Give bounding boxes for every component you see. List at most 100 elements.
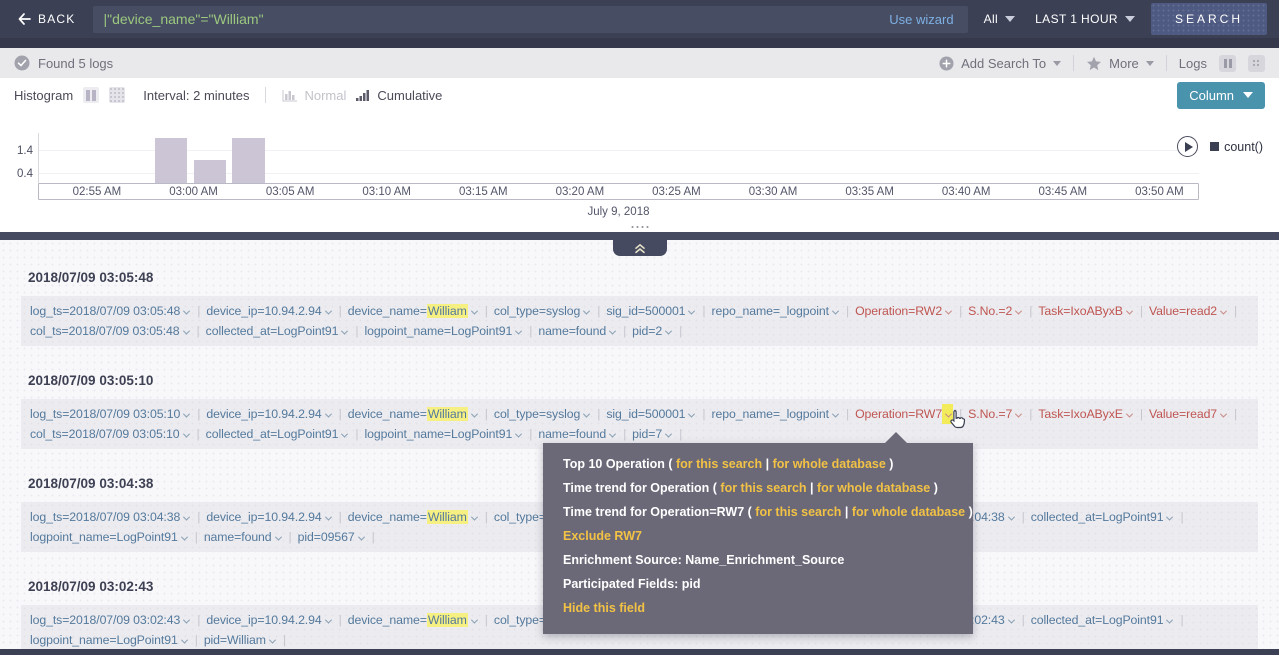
field-dropdown-icon[interactable]	[1217, 404, 1228, 424]
field-dropdown-icon[interactable]	[180, 507, 191, 527]
field-dropdown-icon[interactable]	[1005, 610, 1016, 630]
field-sig_id[interactable]: sig_id=500001	[606, 304, 696, 318]
field-Operation[interactable]: Operation=RW2	[855, 304, 953, 318]
field-repo_name[interactable]: repo_name=_logpoint	[712, 407, 840, 421]
field-dropdown-icon[interactable]	[1217, 301, 1228, 321]
field-dropdown-icon[interactable]	[355, 527, 366, 547]
field-pid[interactable]: pid=09567	[298, 530, 366, 544]
field-device_ip[interactable]: device_ip=10.94.2.94	[206, 510, 332, 524]
field-log_ts[interactable]: log_ts=2018/07/09 03:05:48	[30, 304, 191, 318]
field-col_type[interactable]: col_type=syslog	[494, 407, 591, 421]
field-pid[interactable]: pid=7	[632, 427, 673, 441]
field-dropdown-icon[interactable]	[1163, 507, 1174, 527]
popup-link[interactable]: for this search	[720, 481, 806, 495]
field-dropdown-icon[interactable]	[322, 301, 333, 321]
field-logpoint_name[interactable]: logpoint_name=LogPoint91	[30, 633, 189, 647]
field-name[interactable]: name=found	[538, 324, 617, 338]
field-dropdown-icon[interactable]	[662, 321, 673, 341]
popup-link[interactable]: for whole database	[817, 481, 930, 495]
histogram-bar[interactable]	[194, 160, 226, 183]
field-collected_at[interactable]: collected_at=LogPoint91	[1031, 510, 1175, 524]
field-log_ts[interactable]: log_ts=2018/07/09 03:02:43	[30, 613, 191, 627]
field-dropdown-icon[interactable]	[338, 321, 349, 341]
normal-toggle[interactable]: Normal	[282, 88, 346, 103]
field-device_name[interactable]: device_name=William	[348, 510, 479, 524]
field-Task[interactable]: Task=IxoAByxB	[1038, 304, 1133, 318]
field-collected_at[interactable]: collected_at=LogPoint91	[1031, 613, 1175, 627]
field-device_name[interactable]: device_name=William	[348, 613, 479, 627]
field-dropdown-icon[interactable]	[266, 630, 277, 649]
time-range-dropdown[interactable]: LAST 1 HOUR	[1031, 12, 1139, 26]
histogram-bar[interactable]	[155, 138, 187, 183]
field-device_ip[interactable]: device_ip=10.94.2.94	[206, 304, 332, 318]
field-pid[interactable]: pid=2	[632, 324, 673, 338]
field-dropdown-icon[interactable]	[180, 424, 191, 444]
field-dropdown-icon[interactable]	[1005, 507, 1016, 527]
field-dropdown-icon[interactable]	[685, 404, 696, 424]
field-dropdown-icon[interactable]	[662, 424, 673, 444]
popup-menu-item[interactable]: Hide this field	[543, 596, 973, 620]
field-dropdown-icon[interactable]	[322, 404, 333, 424]
add-search-to-button[interactable]: Add Search To	[939, 56, 1061, 71]
collapse-panel-button[interactable]	[613, 240, 667, 256]
field-dropdown-icon[interactable]	[829, 404, 840, 424]
field-device_name[interactable]: device_name=William	[348, 407, 479, 421]
field-dropdown-icon[interactable]	[468, 404, 479, 424]
histogram-dots-view-button[interactable]	[109, 87, 125, 103]
popup-action[interactable]: Hide this field	[563, 601, 645, 615]
chart-type-dropdown[interactable]: Column	[1177, 82, 1265, 109]
field-col_type[interactable]: col_type=syslog	[494, 304, 591, 318]
field-Value[interactable]: Value=read7	[1149, 407, 1228, 421]
popup-link[interactable]: for this search	[755, 505, 841, 519]
field-dropdown-icon[interactable]	[178, 630, 189, 649]
popup-action[interactable]: Exclude RW7	[563, 529, 642, 543]
use-wizard-link[interactable]: Use wizard	[885, 12, 957, 27]
back-button[interactable]: BACK	[12, 12, 81, 26]
field-log_ts[interactable]: log_ts=2018/07/09 03:04:38	[30, 510, 191, 524]
field-dropdown-icon[interactable]	[468, 610, 479, 630]
play-button[interactable]	[1177, 136, 1198, 157]
field-log_ts[interactable]: log_ts=2018/07/09 03:05:10	[30, 407, 191, 421]
field-dropdown-icon[interactable]	[468, 507, 479, 527]
field-name[interactable]: name=found	[538, 427, 617, 441]
field-dropdown-icon[interactable]	[1163, 610, 1174, 630]
chart-x-axis[interactable]: 02:55 AM03:00 AM03:05 AM03:10 AM03:15 AM…	[38, 183, 1199, 200]
field-pid[interactable]: pid=William	[204, 633, 277, 647]
cumulative-toggle[interactable]: Cumulative	[356, 88, 442, 103]
field-dropdown-icon[interactable]	[580, 404, 591, 424]
field-collected_at[interactable]: collected_at=LogPoint91	[206, 324, 350, 338]
field-dropdown-icon[interactable]	[1012, 404, 1023, 424]
popup-link[interactable]: for whole database	[852, 505, 965, 519]
field-Task[interactable]: Task=IxoAByxE	[1038, 407, 1133, 421]
field-dropdown-icon[interactable]	[829, 301, 840, 321]
histogram-bars-view-button[interactable]	[83, 87, 99, 103]
field-dropdown-icon[interactable]	[685, 301, 696, 321]
field-dropdown-icon[interactable]	[468, 301, 479, 321]
grid-view-button[interactable]	[1248, 55, 1265, 72]
search-query-input[interactable]: |"device_name"="William" Use wizard	[93, 6, 967, 33]
field-dropdown-icon[interactable]	[1123, 301, 1134, 321]
field-dropdown-icon[interactable]	[512, 424, 523, 444]
field-dropdown-icon[interactable]	[338, 424, 349, 444]
field-dropdown-icon[interactable]	[180, 301, 191, 321]
field-dropdown-icon[interactable]	[322, 507, 333, 527]
popup-link[interactable]: for whole database	[773, 457, 886, 471]
list-view-button[interactable]	[1219, 55, 1236, 72]
field-dropdown-icon[interactable]	[942, 301, 953, 321]
search-button[interactable]: SEARCH	[1151, 3, 1267, 35]
field-dropdown-icon[interactable]	[606, 424, 617, 444]
field-col_ts[interactable]: col_ts=2018/07/09 03:05:48	[30, 324, 191, 338]
field-Value[interactable]: Value=read2	[1149, 304, 1228, 318]
repo-scope-dropdown[interactable]: All	[980, 12, 1020, 26]
field-dropdown-icon[interactable]	[180, 610, 191, 630]
field-name[interactable]: name=found	[204, 530, 283, 544]
field-S.No.[interactable]: S.No.=7	[968, 407, 1023, 421]
field-repo_name[interactable]: repo_name=_logpoint	[712, 304, 840, 318]
field-dropdown-icon[interactable]	[512, 321, 523, 341]
field-dropdown-icon[interactable]	[1012, 301, 1023, 321]
field-dropdown-icon[interactable]	[1123, 404, 1134, 424]
field-col_ts[interactable]: col_ts=2018/07/09 03:05:10	[30, 427, 191, 441]
field-S.No.[interactable]: S.No.=2	[968, 304, 1023, 318]
field-sig_id[interactable]: sig_id=500001	[606, 407, 696, 421]
field-dropdown-icon[interactable]	[178, 527, 189, 547]
